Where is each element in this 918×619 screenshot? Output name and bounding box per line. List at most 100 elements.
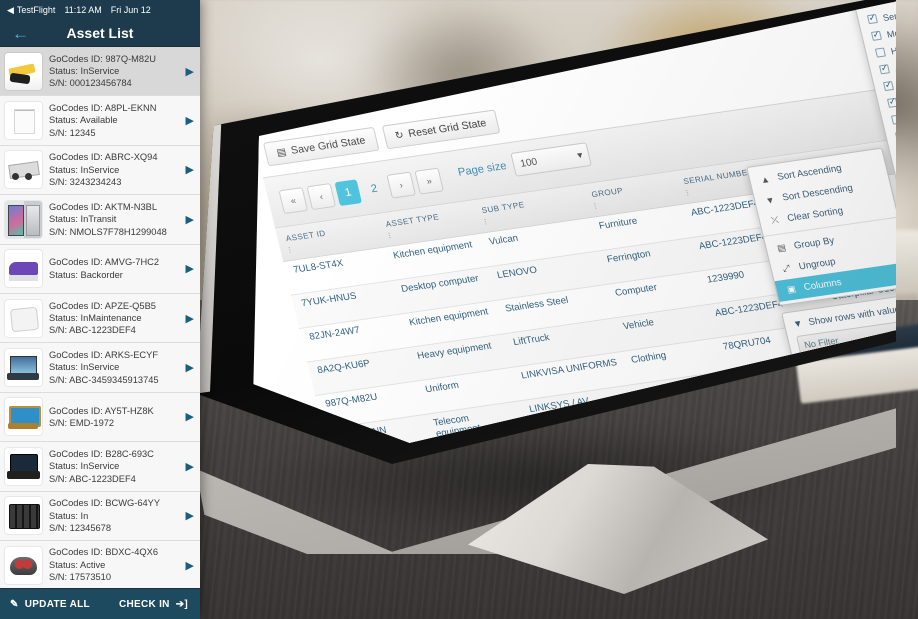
desktop-monitor: ▤ Save Grid State ↻ Reset Grid State « ‹ xyxy=(196,0,916,594)
status-bar-date: Fri Jun 12 xyxy=(110,5,151,15)
list-item-text: GoCodes ID: B28C-693C Status: InService … xyxy=(49,448,183,485)
list-item[interactable]: GoCodes ID: ARKS-ECYF Status: InService … xyxy=(0,343,200,393)
chevron-right-icon[interactable]: ▶ xyxy=(186,559,194,572)
asset-list[interactable]: GoCodes ID: 987Q-M82U Status: InService … xyxy=(0,47,200,588)
menu-item-label: Ungroup xyxy=(797,256,837,273)
asset-grid-application: ▤ Save Grid State ↻ Reset Grid State « ‹ xyxy=(254,1,896,464)
asset-status-label: Status: In xyxy=(49,510,89,521)
page-title: Asset List xyxy=(66,25,134,41)
chevron-right-icon[interactable]: ▶ xyxy=(186,262,194,275)
list-item[interactable]: GoCodes ID: BCWG-64YY Status: In S/N: 12… xyxy=(0,491,200,541)
chevron-right-icon[interactable]: ▶ xyxy=(186,114,194,127)
laptop-blue-thumbnail xyxy=(5,349,42,387)
checkbox-icon[interactable] xyxy=(866,13,878,25)
chevron-down-icon: ▾ xyxy=(576,149,584,162)
filter-icon: ▼ xyxy=(791,318,804,331)
ungroup-icon: ⤢ xyxy=(781,262,792,274)
group-by-icon: ▤ xyxy=(776,242,787,254)
checkbox-icon[interactable] xyxy=(870,30,883,41)
checkbox-icon[interactable] xyxy=(886,97,896,108)
list-item[interactable]: GoCodes ID: ABRC-XQ94 Status: InService … xyxy=(0,145,200,196)
status-bar-time: 11:12 AM xyxy=(64,5,102,15)
asset-id-label: GoCodes ID: BDXC-4QX6 xyxy=(49,547,159,558)
laptop-dark-thumbnail xyxy=(5,447,42,485)
asset-id-label: GoCodes ID: AY5T-HZ8K xyxy=(49,405,154,416)
asset-serial-label: S/N: 000123456784 xyxy=(49,78,132,89)
chevron-right-icon[interactable]: ▶ xyxy=(186,65,194,78)
sort-descending-icon: ▼ xyxy=(764,194,776,206)
testflight-label: TestFlight xyxy=(16,5,56,15)
list-item[interactable]: GoCodes ID: 987Q-M82U Status: InService … xyxy=(0,47,200,97)
chevron-right-icon[interactable]: ▶ xyxy=(186,163,194,176)
cell-sub-type: HP ScannerCopier /Printer xyxy=(535,453,653,464)
asset-status-label: Status: InService xyxy=(49,65,120,76)
truck-thumbnail xyxy=(5,151,42,189)
app-bottom-toolbar: ✎ UPDATE ALL CHECK IN ➔] xyxy=(0,588,200,619)
list-item[interactable]: GoCodes ID: APZE-Q5B5 Status: InMaintena… xyxy=(0,293,200,344)
list-item[interactable]: GoCodes ID: AKTM-N3BL Status: InTransit … xyxy=(0,195,200,245)
back-triangle-icon: ◀ xyxy=(7,4,14,15)
chevron-right-icon[interactable]: ▶ xyxy=(186,509,194,522)
previous-page-button[interactable]: ‹ xyxy=(306,183,337,211)
page-button-1[interactable]: 1 xyxy=(334,179,363,207)
sort-ascending-icon: ▲ xyxy=(759,173,771,185)
monitor-thumbnail xyxy=(5,398,42,436)
asset-id-label: GoCodes ID: B28C-693C xyxy=(49,448,154,459)
van-thumbnail xyxy=(5,250,42,288)
page-size-value: 100 xyxy=(519,156,539,170)
app-navigation-bar: ← Asset List xyxy=(0,20,200,47)
list-item-text: GoCodes ID: ABRC-XQ94 Status: InService … xyxy=(49,151,183,188)
testflight-indicator[interactable]: ◀ TestFlight xyxy=(7,5,55,16)
checkbox-icon[interactable] xyxy=(874,47,887,58)
save-grid-state-button[interactable]: ▤ Save Grid State xyxy=(262,126,380,167)
check-in-button[interactable]: CHECK IN ➔] xyxy=(119,599,200,610)
asset-id-label: GoCodes ID: AMVG-7HC2 xyxy=(49,257,160,268)
list-item[interactable]: GoCodes ID: AY5T-HZ8K S/N: EMD-1972 ▶ xyxy=(0,392,200,443)
last-page-button[interactable]: » xyxy=(414,167,444,195)
excavator-thumbnail xyxy=(5,52,42,90)
asset-serial-label: S/N: NMOLS7F78H1299048 xyxy=(49,226,167,237)
asset-serial-label: S/N: ABC-3459345913745 xyxy=(49,374,159,385)
checkbox-icon[interactable] xyxy=(894,131,896,142)
asset-status-label: Status: InService xyxy=(49,164,120,175)
asset-serial-label: S/N: 12345678 xyxy=(49,522,112,533)
clear-sorting-icon: ⤫ xyxy=(770,214,780,226)
chevron-right-icon[interactable]: ▶ xyxy=(186,410,194,423)
checkbox-icon[interactable] xyxy=(890,114,896,125)
screenshot-root: ▤ Save Grid State ↻ Reset Grid State « ‹ xyxy=(0,0,918,619)
list-item-text: GoCodes ID: APZE-Q5B5 Status: InMaintena… xyxy=(49,300,183,337)
asset-serial-label: S/N: 12345 xyxy=(49,127,96,138)
next-page-button[interactable]: › xyxy=(386,171,417,199)
list-item-text: GoCodes ID: BDXC-4QX6 Status: Active S/N… xyxy=(49,546,183,583)
list-item[interactable]: GoCodes ID: BDXC-4QX6 Status: Active S/N… xyxy=(0,540,200,588)
column-header-label: GROUP xyxy=(590,185,625,200)
page-size-select[interactable]: 100 ▾ xyxy=(510,142,593,177)
chevron-right-icon[interactable]: ▶ xyxy=(186,312,194,325)
menu-item-label: Clear Sorting xyxy=(786,205,845,225)
asset-status-label: Status: InService xyxy=(49,461,120,472)
first-page-button[interactable]: « xyxy=(278,187,309,215)
list-item[interactable]: GoCodes ID: AMVG-7HC2 Status: Backorder … xyxy=(0,244,200,294)
checkbox-icon[interactable] xyxy=(878,64,891,75)
update-all-button[interactable]: ✎ UPDATE ALL xyxy=(0,599,119,610)
chevron-right-icon[interactable]: ▶ xyxy=(186,361,194,374)
asset-serial-label: S/N: ABC-1223DEF4 xyxy=(49,325,136,336)
chevron-right-icon[interactable]: ▶ xyxy=(186,213,194,226)
asset-id-label: GoCodes ID: APZE-Q5B5 xyxy=(49,300,156,311)
reset-grid-state-label: Reset Grid State xyxy=(407,117,488,141)
reset-grid-state-button[interactable]: ↻ Reset Grid State xyxy=(381,109,500,150)
checkbox-icon[interactable] xyxy=(882,80,895,92)
back-arrow-icon[interactable]: ← xyxy=(12,25,29,42)
asset-id-label: GoCodes ID: BCWG-64YY xyxy=(49,498,161,509)
asset-id-label: GoCodes ID: 987Q-M82U xyxy=(49,53,156,64)
page-button-2[interactable]: 2 xyxy=(360,176,388,203)
asset-id-label: GoCodes ID: ARKS-ECYF xyxy=(49,349,159,360)
column-option-label: Assigned To xyxy=(893,56,896,73)
list-item[interactable]: GoCodes ID: A8PL-EKNN Status: Available … xyxy=(0,96,200,146)
columns-icon: ▣ xyxy=(785,283,797,295)
column-option-label: Model xyxy=(885,25,896,40)
chevron-right-icon[interactable]: ▶ xyxy=(186,460,194,473)
mask-thumbnail xyxy=(5,546,42,584)
list-item[interactable]: GoCodes ID: B28C-693C Status: InService … xyxy=(0,442,200,492)
asset-serial-label: S/N: 3243234243 xyxy=(49,177,122,188)
